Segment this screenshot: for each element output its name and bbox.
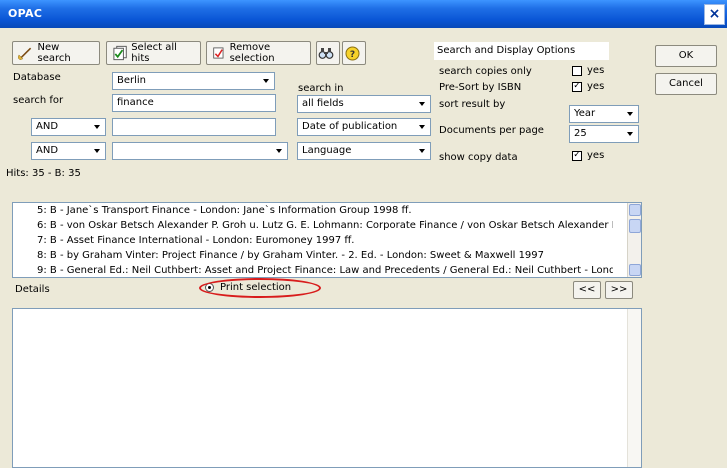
docs-per-page-select[interactable]: 25 (569, 125, 639, 143)
sort-label: sort result by (439, 99, 506, 110)
options-header-text: Search and Display Options (437, 45, 576, 56)
search-for-input[interactable]: finance (112, 94, 276, 112)
operator-select-3[interactable]: AND (31, 142, 106, 160)
chevron-down-icon (415, 144, 429, 158)
results-scrollbar[interactable] (627, 203, 641, 277)
docs-per-page-label: Documents per page (439, 125, 544, 136)
title-bar[interactable]: OPAC × (0, 0, 727, 28)
close-button[interactable]: × (704, 4, 725, 25)
sort-select[interactable]: Year (569, 105, 639, 123)
copies-only-box (572, 65, 582, 76)
search-in-select[interactable]: all fields (297, 95, 431, 113)
scroll-up-icon[interactable] (629, 204, 641, 216)
checkmark-icon: ✓ (572, 150, 582, 161)
question-icon: ? (345, 46, 359, 60)
results-list[interactable]: 5: B - Jane`s Transport Finance - London… (12, 202, 642, 278)
database-label: Database (13, 72, 61, 83)
details-scrollbar[interactable] (627, 309, 641, 467)
chevron-down-icon (623, 127, 637, 141)
chevron-down-icon (272, 144, 286, 158)
next-button[interactable]: >> (605, 281, 633, 299)
broom-icon (18, 47, 32, 60)
database-value: Berlin (117, 75, 147, 86)
result-row[interactable]: 9: B - General Ed.: Neil Cuthbert: Asset… (13, 263, 613, 277)
search-in-label: search in (298, 83, 344, 94)
chevron-down-icon (90, 144, 104, 158)
svg-text:?: ? (349, 50, 354, 60)
find-button[interactable] (316, 41, 340, 65)
result-row[interactable]: 7: B - Asset Finance International - Lon… (13, 233, 613, 248)
scroll-down-icon[interactable] (629, 264, 641, 276)
highlight-oval (199, 278, 321, 298)
search-for-label: search for (13, 95, 64, 106)
database-select[interactable]: Berlin (112, 72, 275, 90)
copy-data-checkbox[interactable]: ✓ yes (572, 150, 604, 161)
search-for-value: finance (117, 97, 154, 108)
field-select-2[interactable]: Date of publication (297, 118, 431, 136)
select-all-icon (113, 45, 127, 61)
search-term-input-2[interactable] (112, 118, 276, 136)
remove-selection-label: Remove selection (229, 42, 275, 64)
prev-button[interactable]: << (573, 281, 601, 299)
field-value-3: Language (302, 145, 352, 156)
field-select-3[interactable]: Language (297, 142, 431, 160)
sort-value: Year (574, 108, 596, 119)
cancel-button[interactable]: Cancel (655, 73, 717, 95)
select-all-hits-button[interactable]: Select all hits (106, 41, 201, 65)
result-row[interactable]: 8: B - by Graham Vinter: Project Finance… (13, 248, 613, 263)
operator-value-3: AND (36, 145, 59, 156)
remove-selection-icon (213, 47, 224, 59)
chevron-down-icon (623, 107, 637, 121)
details-label: Details (15, 284, 50, 295)
window-title: OPAC (8, 7, 43, 20)
select-all-label: Select all hits (131, 42, 177, 64)
chevron-down-icon (415, 120, 429, 134)
opac-window: OPAC × New search Select all hits Remove… (0, 0, 727, 468)
operator-select-2[interactable]: AND (31, 118, 106, 136)
copies-only-yes: yes (587, 65, 605, 76)
copy-data-label: show copy data (439, 152, 518, 163)
hits-count: Hits: 35 - B: 35 (6, 168, 81, 179)
help-button[interactable]: ? (342, 41, 366, 65)
result-row[interactable]: 5: B - Jane`s Transport Finance - London… (13, 203, 613, 218)
presort-yes: yes (587, 81, 605, 92)
operator-value-2: AND (36, 121, 59, 132)
scroll-thumb[interactable] (629, 219, 641, 233)
new-search-button[interactable]: New search (12, 41, 100, 65)
options-header: Search and Display Options (434, 42, 609, 60)
search-in-value: all fields (302, 98, 344, 109)
search-term-combo-3[interactable] (112, 142, 288, 160)
details-textarea[interactable] (12, 308, 642, 468)
copies-only-label: search copies only (439, 66, 532, 77)
presort-label: Pre-Sort by ISBN (439, 82, 522, 93)
dialog-content: New search Select all hits Remove select… (0, 28, 727, 468)
chevron-down-icon (90, 120, 104, 134)
copies-only-checkbox[interactable]: yes (572, 65, 604, 76)
ok-button[interactable]: OK (655, 45, 717, 67)
field-value-2: Date of publication (302, 121, 398, 132)
result-row[interactable]: 6: B - von Oskar Betsch Alexander P. Gro… (13, 218, 613, 233)
remove-selection-button[interactable]: Remove selection (206, 41, 311, 65)
chevron-down-icon (415, 97, 429, 111)
new-search-label: New search (37, 42, 71, 64)
close-icon: × (708, 6, 721, 22)
binoculars-icon (318, 48, 334, 59)
checkmark-icon: ✓ (572, 81, 582, 92)
docs-per-page-value: 25 (574, 128, 587, 139)
presort-checkbox[interactable]: ✓ yes (572, 81, 604, 92)
chevron-down-icon (259, 74, 273, 88)
copy-data-yes: yes (587, 150, 605, 161)
